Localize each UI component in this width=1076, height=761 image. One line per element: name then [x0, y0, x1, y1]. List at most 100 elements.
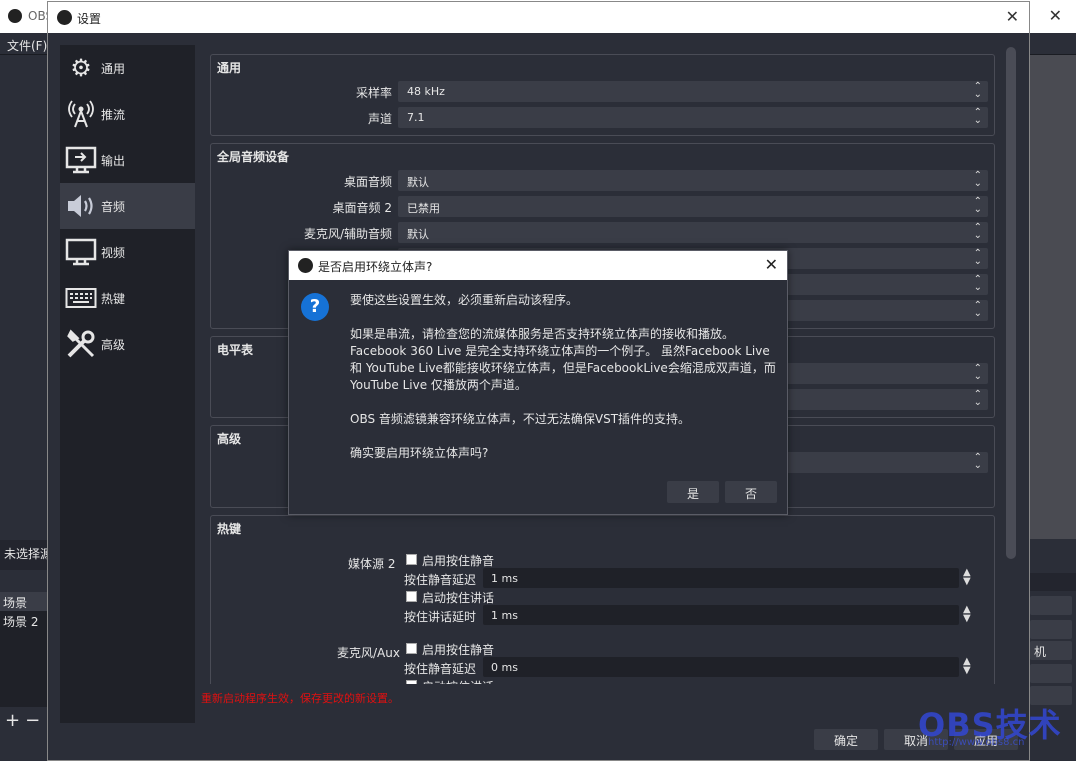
row-sample-rate: 采样率 48 kHz ⌃ ⌄: [211, 81, 996, 103]
output-icon: [65, 144, 97, 176]
mic-aux-hotkey-label: 麦克风/Aux: [337, 646, 400, 660]
mic-aux-value: 默认: [407, 228, 429, 241]
delay-spinner-icon[interactable]: ▲ ▼: [963, 568, 971, 587]
desktop-audio-select[interactable]: 默认 ⌃ ⌄: [398, 170, 988, 191]
control-button-1[interactable]: [1030, 596, 1072, 615]
nav-item-general[interactable]: ⚙ 通用: [60, 45, 195, 91]
chevron-updown-icon: ⌃ ⌄: [973, 452, 982, 471]
delay-spinner-icon[interactable]: ▲ ▼: [963, 657, 971, 676]
dialog-title: 是否启用环绕立体声?: [318, 260, 433, 274]
delay-spinner-icon[interactable]: ▲ ▼: [963, 605, 971, 624]
settings-titlebar: 设置 ✕: [48, 2, 1029, 33]
mic-push-to-talk-label: 启动按住讲话: [422, 678, 494, 684]
controls-header: [1028, 573, 1076, 591]
settings-title: 设置: [77, 12, 102, 26]
push-to-talk-checkbox[interactable]: [406, 591, 417, 602]
surround-dialog: 是否启用环绕立体声? ✕ ? 要使这些设置生效，必须重新启动该程序。 如果是串流…: [288, 250, 788, 515]
scene-list: 场景 场景 2: [0, 592, 48, 707]
scene-tools: + −: [0, 710, 48, 734]
main-close-icon[interactable]: ✕: [1049, 6, 1062, 25]
sample-rate-label: 采样率: [355, 86, 392, 100]
control-button-4[interactable]: [1030, 664, 1072, 683]
desktop-audio-2-select[interactable]: 已禁用 ⌃ ⌄: [398, 196, 988, 217]
push-to-mute-label: 启用按住静音: [422, 554, 495, 568]
remove-scene-button[interactable]: −: [25, 710, 40, 731]
mic-aux-select[interactable]: 默认 ⌃ ⌄: [398, 222, 988, 243]
gear-icon: ⚙: [70, 54, 92, 82]
settings-close-icon[interactable]: ✕: [1006, 7, 1019, 26]
ok-button[interactable]: 确定: [814, 729, 878, 750]
tools-icon: [65, 328, 97, 360]
nav-item-video[interactable]: 视频: [60, 229, 195, 275]
nav-label: 推流: [101, 107, 126, 122]
desktop-audio-label: 桌面音频: [343, 175, 392, 189]
nav-label: 视频: [101, 245, 126, 260]
dialog-message-line4: 和 YouTube Live都能接收环绕立体声，但是FacebookLive会缩…: [350, 361, 776, 375]
obs-logo-icon: [298, 258, 313, 273]
chevron-updown-icon: ⌃ ⌄: [973, 300, 982, 319]
mic-push-to-mute-delay-input[interactable]: 0 ms: [483, 657, 959, 677]
main-preview: [1028, 55, 1076, 539]
desktop-audio-2-label: 桌面音频 2: [332, 201, 392, 215]
desktop-audio-value: 默认: [407, 176, 429, 189]
dialog-close-icon[interactable]: ✕: [765, 255, 778, 274]
dialog-message-line3: Facebook 360 Live 是完全支持环绕立体声的一个例子。 虽然Fac…: [350, 344, 770, 358]
watermark-url: http://www.obs8.cn: [928, 737, 1025, 748]
push-to-talk-label: 启动按住讲话: [422, 591, 495, 605]
sample-rate-select[interactable]: 48 kHz ⌃ ⌄: [398, 81, 988, 102]
chevron-updown-icon: ⌃ ⌄: [973, 107, 982, 126]
group-hotkeys: 热键 媒体源 2 启用按住静音 按住静音延迟 1 ms ▲ ▼ 启动按住讲话 按住…: [210, 515, 995, 684]
dialog-message-line2: 如果是串流，请检查您的流媒体服务是否支持环绕立体声的接收和播放。: [350, 327, 735, 341]
desktop-audio-2-value: 已禁用: [407, 202, 440, 215]
chevron-updown-icon: ⌃ ⌄: [973, 196, 982, 215]
push-to-mute-delay-input[interactable]: 1 ms: [483, 568, 959, 588]
scene-item-1[interactable]: 场景: [0, 592, 48, 611]
push-to-mute-checkbox[interactable]: [406, 554, 417, 565]
no-button[interactable]: 否: [725, 481, 777, 503]
chevron-updown-icon: ⌃ ⌄: [973, 170, 982, 189]
push-to-talk-delay-label: 按住讲话延时: [404, 610, 477, 624]
control-button-3[interactable]: 机: [1030, 641, 1072, 660]
question-icon: ?: [301, 293, 329, 321]
group-title-general: 通用: [217, 61, 242, 75]
mic-push-to-mute-label: 启用按住静音: [422, 643, 495, 657]
mic-push-to-mute-checkbox[interactable]: [406, 643, 417, 654]
row-channels: 声道 7.1 ⌃ ⌄: [211, 107, 996, 129]
push-to-talk-delay-input[interactable]: 1 ms: [483, 605, 959, 625]
keyboard-icon: [65, 282, 97, 314]
add-scene-button[interactable]: +: [5, 710, 20, 731]
restart-warning: 重新启动程序生效，保存更改的新设置。: [201, 692, 399, 705]
dialog-message-line1: 要使这些设置生效，必须重新启动该程序。: [350, 293, 579, 307]
yes-button[interactable]: 是: [667, 481, 719, 503]
nav-label: 通用: [101, 61, 126, 76]
nav-item-advanced[interactable]: 高级: [60, 321, 195, 367]
nav-label: 输出: [101, 153, 126, 168]
chevron-updown-icon: ⌃ ⌄: [973, 274, 982, 293]
nav-item-hotkeys[interactable]: 热键: [60, 275, 195, 321]
group-general: 通用 采样率 48 kHz ⌃ ⌄ 声道 7.1 ⌃ ⌄: [210, 54, 995, 136]
sample-rate-value: 48 kHz: [407, 85, 445, 98]
broadcast-icon: [65, 98, 97, 130]
channels-label: 声道: [367, 112, 392, 126]
control-button-2[interactable]: [1030, 620, 1072, 639]
chevron-updown-icon: ⌃ ⌄: [973, 389, 982, 408]
scene-item-2[interactable]: 场景 2: [0, 611, 48, 630]
group-title-meters: 电平表: [217, 343, 254, 357]
menu-file[interactable]: 文件(F): [7, 37, 47, 54]
mic-push-to-talk-checkbox[interactable]: [406, 680, 417, 684]
channels-select[interactable]: 7.1 ⌃ ⌄: [398, 107, 988, 128]
nav-item-output[interactable]: 输出: [60, 137, 195, 183]
settings-scrollbar[interactable]: [1006, 47, 1016, 559]
nav-item-audio[interactable]: 音频: [60, 183, 195, 229]
row-mic-aux: 麦克风/辅助音频 默认 ⌃ ⌄: [211, 222, 996, 244]
dialog-message-line7: 确实要启用环绕立体声吗?: [350, 446, 489, 460]
dialog-message-line6: OBS 音频滤镜兼容环绕立体声，不过无法确保VST插件的支持。: [350, 412, 691, 426]
media-source-label: 媒体源 2: [348, 557, 396, 571]
mic-push-to-mute-delay-label: 按住静音延迟: [404, 662, 477, 676]
channels-value: 7.1: [407, 111, 425, 124]
source-header: 未选择源: [0, 540, 48, 570]
group-title-advanced: 高级: [217, 432, 242, 446]
nav-item-stream[interactable]: 推流: [60, 91, 195, 137]
obs-logo-icon: [57, 10, 72, 25]
dialog-message-line5: YouTube Live 仅播放两个声道。: [350, 378, 527, 392]
